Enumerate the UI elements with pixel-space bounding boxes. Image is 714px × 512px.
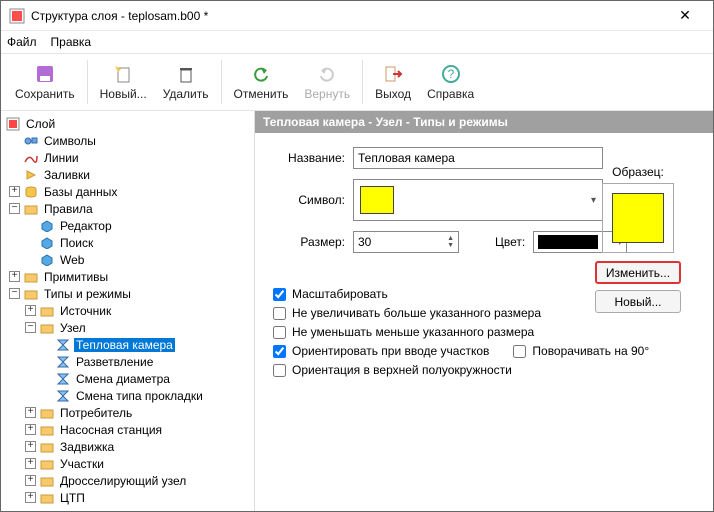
tree-valve[interactable]: +Задвижка bbox=[5, 438, 252, 455]
save-icon bbox=[34, 63, 56, 85]
redo-icon bbox=[316, 63, 338, 85]
tree-gasket[interactable]: Смена типа прокладки bbox=[5, 387, 252, 404]
app-icon bbox=[9, 8, 25, 24]
tree-ctp[interactable]: +ЦТП bbox=[5, 489, 252, 506]
tree-web[interactable]: Web bbox=[5, 251, 252, 268]
spinner-icon[interactable]: ▲▼ bbox=[447, 235, 454, 249]
tree-search[interactable]: Поиск bbox=[5, 234, 252, 251]
tree-diam[interactable]: Смена диаметра bbox=[5, 370, 252, 387]
tree-symbols[interactable]: Символы bbox=[5, 132, 252, 149]
symbol-swatch bbox=[360, 186, 394, 214]
tree-source[interactable]: +Источник bbox=[5, 302, 252, 319]
undo-button[interactable]: Отменить bbox=[226, 61, 297, 103]
tree-modes[interactable]: −Типы и режимы bbox=[5, 285, 252, 302]
sample-block: Образец: Изменить... Новый... bbox=[590, 165, 686, 319]
collapse-icon[interactable]: − bbox=[9, 203, 20, 214]
tree-lines[interactable]: Линии bbox=[5, 149, 252, 166]
tree-primitives[interactable]: +Примитивы bbox=[5, 268, 252, 285]
sample-swatch bbox=[612, 193, 664, 243]
tree-fills[interactable]: Заливки bbox=[5, 166, 252, 183]
sample-frame bbox=[602, 183, 674, 253]
menu-file[interactable]: Файл bbox=[7, 35, 37, 49]
undo-icon bbox=[250, 63, 272, 85]
tree-editor[interactable]: Редактор bbox=[5, 217, 252, 234]
tree-consumer[interactable]: +Потребитель bbox=[5, 404, 252, 421]
save-button[interactable]: Сохранить bbox=[7, 61, 83, 103]
redo-button: Вернуть bbox=[296, 61, 358, 103]
tree-thermal[interactable]: Тепловая камера bbox=[5, 336, 252, 353]
tree-panel[interactable]: Слой Символы Линии Заливки +Базы данных … bbox=[1, 111, 255, 511]
check-rotate90[interactable]: Поворачивать на 90° bbox=[513, 344, 649, 358]
tree-pump[interactable]: +Насосная станция bbox=[5, 421, 252, 438]
tree-node[interactable]: −Узел bbox=[5, 319, 252, 336]
exit-icon bbox=[382, 63, 404, 85]
size-label: Размер: bbox=[273, 235, 345, 249]
color-label: Цвет: bbox=[495, 235, 525, 249]
sample-label: Образец: bbox=[590, 165, 686, 179]
window-title: Структура слоя - teplosam.b00 * bbox=[31, 9, 665, 23]
help-button[interactable]: ?Справка bbox=[419, 61, 482, 103]
exit-button[interactable]: Выход bbox=[367, 61, 419, 103]
tree-sections[interactable]: +Участки bbox=[5, 455, 252, 472]
menubar: Файл Правка bbox=[1, 31, 713, 53]
tree-root[interactable]: Слой bbox=[5, 115, 252, 132]
new-sample-button[interactable]: Новый... bbox=[595, 290, 681, 313]
tree-branch[interactable]: Разветвление bbox=[5, 353, 252, 370]
titlebar: Структура слоя - teplosam.b00 * ✕ bbox=[1, 1, 713, 31]
tree-db[interactable]: +Базы данных bbox=[5, 183, 252, 200]
check-no-shrink[interactable]: Не уменьшать меньше указанного размера bbox=[273, 325, 695, 339]
size-spinner[interactable]: 30▲▼ bbox=[353, 231, 459, 253]
check-orient-input[interactable]: Ориентировать при вводе участков bbox=[273, 344, 489, 358]
section-title: Тепловая камера - Узел - Типы и режимы bbox=[255, 111, 713, 133]
symbol-label: Символ: bbox=[273, 193, 345, 207]
delete-button[interactable]: Удалить bbox=[155, 61, 217, 103]
name-input[interactable] bbox=[353, 147, 603, 169]
toolbar: Сохранить Новый... Удалить Отменить Верн… bbox=[1, 53, 713, 111]
tree-rules[interactable]: −Правила bbox=[5, 200, 252, 217]
name-label: Название: bbox=[273, 151, 345, 165]
trash-icon bbox=[175, 63, 197, 85]
new-button[interactable]: Новый... bbox=[92, 61, 155, 103]
svg-text:?: ? bbox=[447, 67, 454, 81]
detail-panel: Тепловая камера - Узел - Типы и режимы Н… bbox=[255, 111, 713, 511]
change-button[interactable]: Изменить... bbox=[595, 261, 681, 284]
check-upper-semi[interactable]: Ориентация в верхней полуокружности bbox=[273, 363, 695, 377]
tree-throttle[interactable]: +Дросселирующий узел bbox=[5, 472, 252, 489]
close-button[interactable]: ✕ bbox=[665, 7, 705, 24]
expand-icon[interactable]: + bbox=[9, 186, 20, 197]
help-icon: ? bbox=[440, 63, 462, 85]
menu-edit[interactable]: Правка bbox=[51, 35, 92, 49]
new-icon bbox=[112, 63, 134, 85]
symbol-dropdown[interactable]: ▾ bbox=[353, 179, 603, 221]
